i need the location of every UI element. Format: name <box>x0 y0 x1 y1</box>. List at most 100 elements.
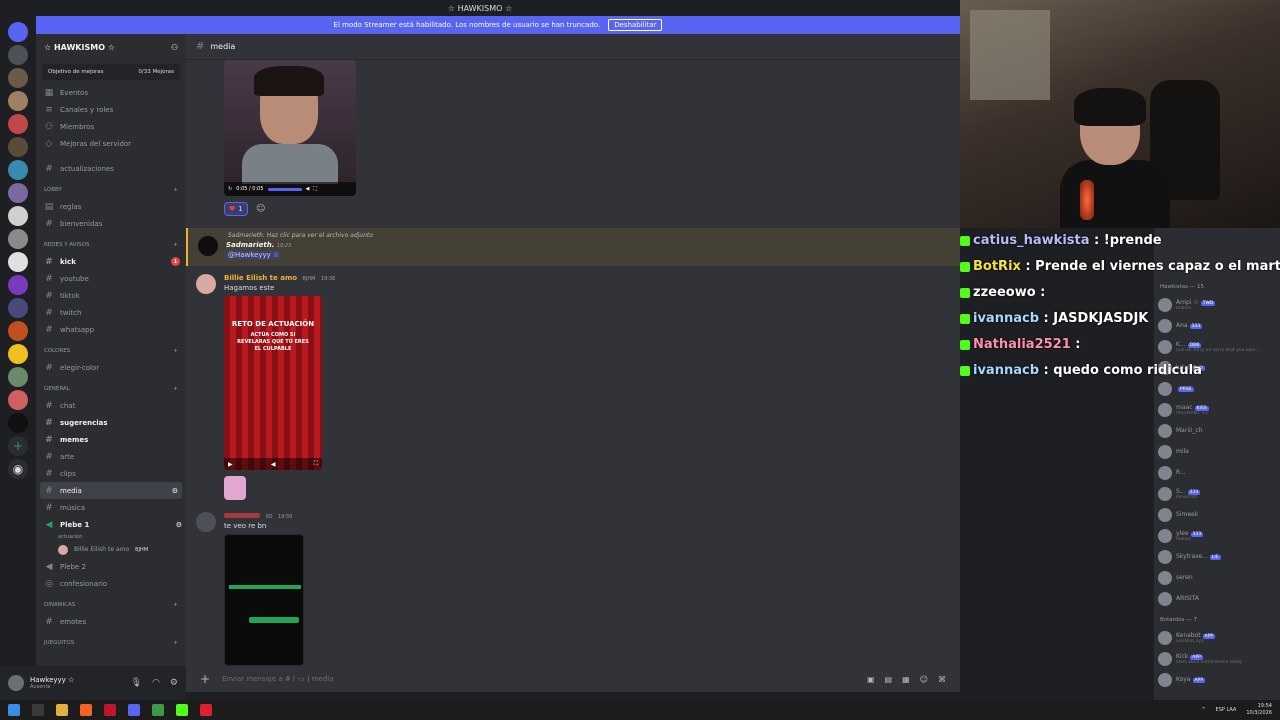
microphone-icon[interactable]: 🎙 <box>131 678 142 688</box>
avatar[interactable] <box>196 512 216 532</box>
channel-confesionario[interactable]: ◎ confesionario <box>36 575 186 592</box>
add-channel-icon[interactable]: + <box>173 242 178 248</box>
server-icon[interactable] <box>8 344 28 364</box>
invite-icon[interactable]: ⚇ <box>171 43 178 52</box>
category-dinamicas[interactable]: DINAMICAS + <box>36 597 186 613</box>
message-author[interactable]: XO 19:50 <box>224 512 292 520</box>
channel-sugerencias[interactable]: # sugerencias <box>36 414 186 431</box>
chevron-up-icon[interactable]: ^ <box>1201 707 1205 713</box>
channel-emotes[interactable]: # emotes <box>36 613 186 630</box>
reply-snippet[interactable]: Sadmarieth. Haz clic para ver el archivo… <box>228 232 373 239</box>
search-icon[interactable] <box>32 704 44 716</box>
channel-whatsapp[interactable]: # whatsapp <box>36 321 186 338</box>
emoji-icon[interactable]: ☺ <box>920 675 928 684</box>
home-icon[interactable] <box>8 22 28 42</box>
server-icon[interactable] <box>8 321 28 341</box>
volume-icon[interactable]: ◀ <box>271 461 276 468</box>
video-attachment[interactable]: RETO DE ACTUACIÓN ACTÚA COMO SI REVELARA… <box>224 296 322 470</box>
channel-twitch[interactable]: # twitch <box>36 304 186 321</box>
member-item[interactable]: Koya APP <box>1154 669 1280 690</box>
obs-icon[interactable] <box>200 704 212 716</box>
gif-icon[interactable]: ▤ <box>885 675 893 684</box>
add-channel-icon[interactable]: + <box>173 640 178 646</box>
chrome-icon[interactable] <box>152 704 164 716</box>
add-reaction-icon[interactable]: ☺ <box>256 204 265 214</box>
server-icon[interactable] <box>8 160 28 180</box>
user-mention[interactable]: @Hawkeyyy ☆ <box>226 251 282 259</box>
avatar[interactable] <box>196 274 216 294</box>
gear-icon[interactable]: ⚙ <box>172 487 178 495</box>
category-colores[interactable]: COLORES + <box>36 343 186 359</box>
fullscreen-icon[interactable]: ⛶ <box>314 460 318 468</box>
add-server-icon[interactable]: + <box>8 436 28 456</box>
disable-streamer-button[interactable]: Deshabilitar <box>608 19 663 31</box>
mention-message[interactable]: Sadmarieth. Haz clic para ver el archivo… <box>186 228 960 266</box>
server-header[interactable]: ☆ HAWKISMO ☆ ⚇ <box>36 34 186 60</box>
category-general[interactable]: GENERAL + <box>36 381 186 397</box>
boost-goal[interactable]: Objetivo de mejoras 0/33 Mejoras <box>42 64 180 80</box>
server-icon[interactable] <box>8 298 28 318</box>
server-icon[interactable] <box>8 252 28 272</box>
channel-clips[interactable]: # clips <box>36 465 186 482</box>
volume-icon[interactable]: ◀ <box>306 186 310 192</box>
server-icon[interactable] <box>8 413 28 433</box>
channel-arte[interactable]: # arte <box>36 448 186 465</box>
avatar[interactable] <box>8 675 24 691</box>
message-input[interactable]: Enviar mensaje a # ⌈ ▭ ⌋ media <box>222 675 333 683</box>
replay-icon[interactable]: ↻ <box>228 186 232 192</box>
server-icon[interactable] <box>8 68 28 88</box>
category-redes[interactable]: REDES Y AVISOS + <box>36 237 186 253</box>
server-icon[interactable] <box>8 275 28 295</box>
gear-icon[interactable]: ⚙ <box>170 678 178 688</box>
channel-bienvenidas[interactable]: # bienvenidas <box>36 215 186 232</box>
sidebar-item-canales[interactable]: ≡ Canales y roles <box>36 101 186 118</box>
opera-icon[interactable] <box>104 704 116 716</box>
windows-start-icon[interactable] <box>8 704 20 716</box>
discord-icon[interactable] <box>128 704 140 716</box>
video-controls[interactable]: ▶ ◀ ⛶ <box>224 458 322 470</box>
headphones-icon[interactable]: ◠ <box>152 678 160 688</box>
video-controls[interactable]: ↻ 0:05 / 0:05 ◀ ⛶ <box>224 182 356 196</box>
explore-icon[interactable]: ◉ <box>8 459 28 479</box>
channel-elegir-color[interactable]: # elegir-color <box>36 359 186 376</box>
image-attachment[interactable] <box>224 534 304 666</box>
video-attachment[interactable]: ↻ 0:05 / 0:05 ◀ ⛶ <box>224 60 356 196</box>
add-attachment-icon[interactable]: + <box>200 672 210 686</box>
server-icon[interactable] <box>8 390 28 410</box>
progress-bar[interactable] <box>267 187 302 191</box>
add-channel-icon[interactable]: + <box>173 348 178 354</box>
add-channel-icon[interactable]: + <box>173 602 178 608</box>
server-icon[interactable] <box>8 91 28 111</box>
folder-icon[interactable] <box>56 704 68 716</box>
sidebar-item-miembros[interactable]: ⚇ Miembros <box>36 118 186 135</box>
fullscreen-icon[interactable]: ⛶ <box>313 186 317 192</box>
message-author[interactable]: Billie Eilish te amo BJHM 19:36 <box>224 274 335 282</box>
channel-chat[interactable]: # chat <box>36 397 186 414</box>
channel-tiktok[interactable]: # tiktok <box>36 287 186 304</box>
add-channel-icon[interactable]: + <box>173 187 178 193</box>
category-lobby[interactable]: LOBBY + <box>36 182 186 198</box>
server-icon[interactable] <box>8 45 28 65</box>
channel-youtube[interactable]: # youtube <box>36 270 186 287</box>
category-juegitos[interactable]: JUEGUITOS + <box>36 635 186 651</box>
sticker[interactable] <box>224 476 246 500</box>
message-composer[interactable]: + Enviar mensaje a # ⌈ ▭ ⌋ media ▣ ▤ ▦ ☺… <box>186 666 960 692</box>
server-icon[interactable] <box>8 229 28 249</box>
server-icon[interactable] <box>8 183 28 203</box>
gift-icon[interactable]: ▣ <box>867 675 875 684</box>
apps-icon[interactable]: ⌘ <box>938 675 946 684</box>
add-channel-icon[interactable]: + <box>173 386 178 392</box>
server-icon[interactable] <box>8 114 28 134</box>
server-icon[interactable] <box>8 367 28 387</box>
sticker-icon[interactable]: ▦ <box>902 675 910 684</box>
server-icon[interactable] <box>8 137 28 157</box>
channel-actualizaciones[interactable]: # actualizaciones <box>36 160 186 177</box>
avatar[interactable] <box>198 236 218 256</box>
channel-reglas[interactable]: ▤ reglas <box>36 198 186 215</box>
browser-icon[interactable] <box>80 704 92 716</box>
channel-memes[interactable]: # memes <box>36 431 186 448</box>
kick-icon[interactable] <box>176 704 188 716</box>
channel-musica[interactable]: # música <box>36 499 186 516</box>
sidebar-item-eventos[interactable]: ▦ Eventos <box>36 84 186 101</box>
channel-media[interactable]: # media ⚙ <box>40 482 182 499</box>
